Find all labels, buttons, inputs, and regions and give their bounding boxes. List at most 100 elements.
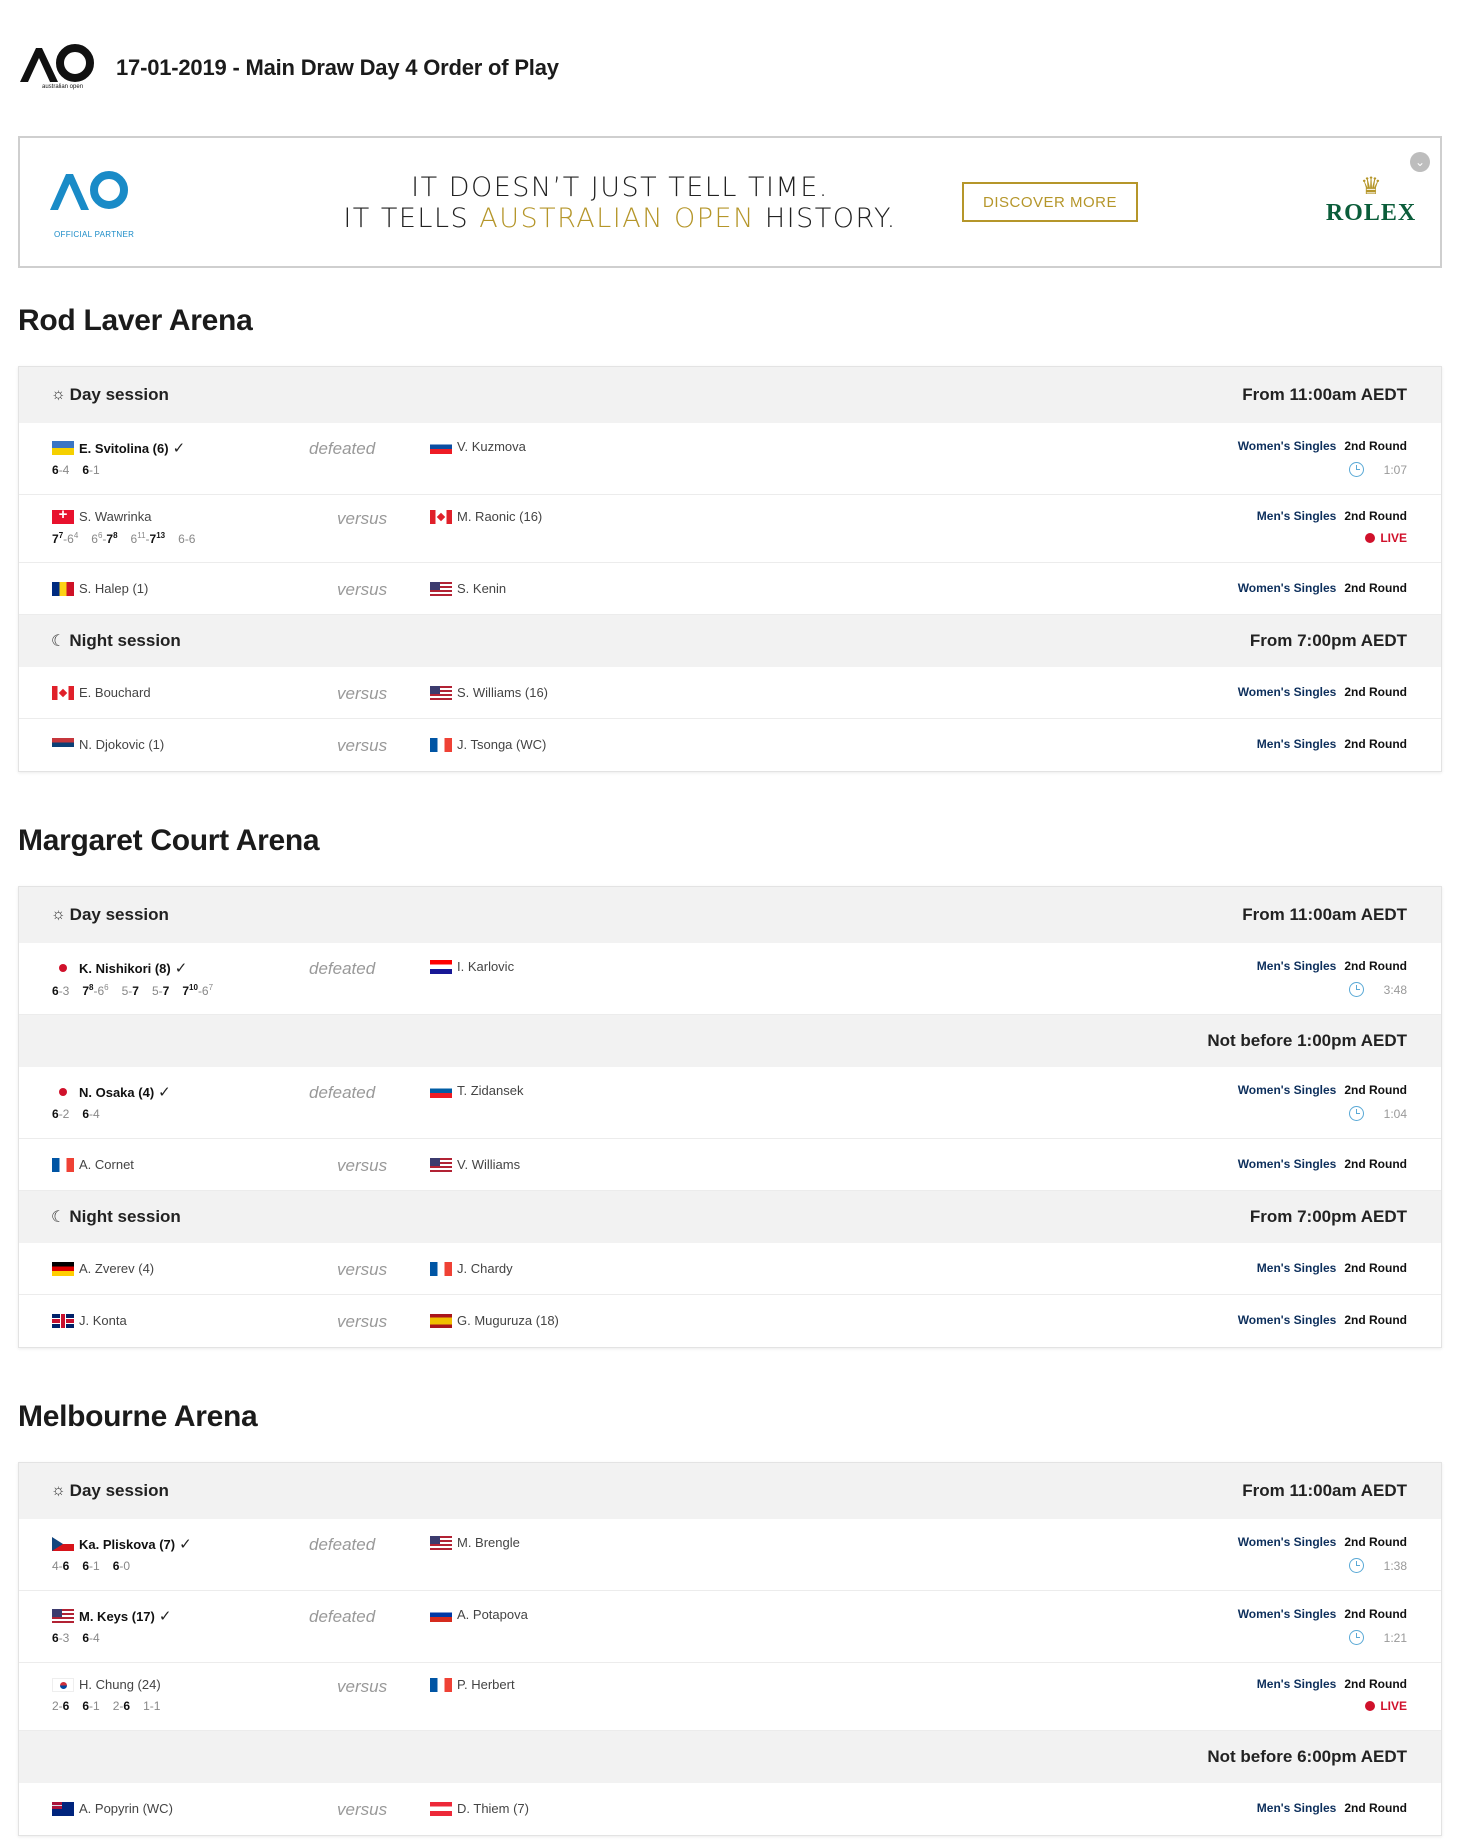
australia-flag-icon	[52, 1801, 74, 1816]
player-2-name[interactable]: G. Muguruza (18)	[457, 1313, 559, 1328]
round-label: 2nd Round	[1344, 959, 1407, 973]
session-label: Night session	[69, 631, 181, 650]
match-row[interactable]: A. Cornet versus V. Williams Women's Sin…	[19, 1139, 1441, 1191]
event-link[interactable]: Women's Singles	[1238, 1607, 1337, 1621]
sun-icon: ☼	[51, 386, 66, 403]
match-event: Women's Singles 2nd Round	[1238, 685, 1407, 699]
player-2-name[interactable]: J. Tsonga (WC)	[457, 737, 546, 752]
discover-more-button[interactable]: DISCOVER MORE	[962, 182, 1138, 222]
event-link[interactable]: Women's Singles	[1238, 1083, 1337, 1097]
player-2-name[interactable]: S. Kenin	[457, 581, 506, 596]
player-1-name[interactable]: S. Halep (1)	[79, 581, 148, 596]
match-row[interactable]: M. Keys (17) ✓ 6-3 6-4 defeated A. Potapov…	[19, 1591, 1441, 1663]
match-row[interactable]: E. Svitolina (6) ✓ 6-4 6-1 defeated V. Kuz…	[19, 423, 1441, 495]
match-row[interactable]: A. Zverev (4) versus J. Chardy Men's Sin…	[19, 1243, 1441, 1295]
match-row[interactable]: S. Wawrinka 77-6466-78611-7136-6 versus …	[19, 495, 1441, 563]
player-1-name[interactable]: M. Keys (17)	[79, 1609, 155, 1624]
event-link[interactable]: Women's Singles	[1238, 439, 1337, 453]
czech-flag-icon	[52, 1537, 74, 1551]
live-badge[interactable]: LIVE	[1365, 531, 1407, 545]
court-schedule-rod-laver-arena: ☼ Day session From 11:00am AEDT E. Svitol…	[18, 366, 1442, 772]
player-1-name[interactable]: N. Osaka (4)	[79, 1085, 154, 1100]
player-1-name[interactable]: S. Wawrinka	[79, 509, 151, 524]
player-2-name[interactable]: T. Zidansek	[457, 1083, 523, 1098]
ad-close-icon[interactable]: ⌄	[1410, 152, 1430, 172]
round-label: 2nd Round	[1344, 1535, 1407, 1549]
player-2-name[interactable]: M. Raonic (16)	[457, 509, 542, 524]
player-1-name[interactable]: Ka. Pliskova (7)	[79, 1537, 175, 1552]
ao-logo[interactable]: australian open	[18, 44, 94, 92]
event-link[interactable]: Men's Singles	[1257, 509, 1337, 523]
usa-flag-icon	[430, 1535, 452, 1550]
match-row[interactable]: E. Bouchard versus S. Williams (16) Wome…	[19, 667, 1441, 719]
player-2-name[interactable]: V. Kuzmova	[457, 439, 526, 454]
player-1-name[interactable]: A. Cornet	[79, 1157, 134, 1172]
match-event: Women's Singles 2nd Round	[1238, 1083, 1407, 1097]
rolex-ad-banner[interactable]: OFFICIAL PARTNER IT DOESN’T JUST TELL TI…	[18, 136, 1442, 268]
clock-icon	[1348, 1630, 1364, 1645]
ad-copy: IT DOESN’T JUST TELL TIME. IT TELLS AUST…	[300, 172, 940, 234]
player-1-name[interactable]: N. Djokovic (1)	[79, 737, 164, 752]
moon-icon: ☾	[51, 633, 66, 650]
round-label: 2nd Round	[1344, 1083, 1407, 1097]
match-event: Men's Singles 2nd Round	[1257, 509, 1407, 523]
player-1-name[interactable]: K. Nishikori (8)	[79, 961, 171, 976]
match-event: Women's Singles 2nd Round	[1238, 1607, 1407, 1621]
slovenia-flag-icon	[430, 1083, 452, 1098]
round-label: 2nd Round	[1344, 1261, 1407, 1275]
live-badge[interactable]: LIVE	[1365, 1699, 1407, 1713]
player-1-name[interactable]: A. Zverev (4)	[79, 1261, 154, 1276]
match-event: Women's Singles 2nd Round	[1238, 1535, 1407, 1549]
not-before-header: Not before 1:00pm AEDT	[19, 1015, 1441, 1067]
match-row[interactable]: A. Popyrin (WC) versus D. Thiem (7) Men'…	[19, 1783, 1441, 1835]
player-2-name[interactable]: P. Herbert	[457, 1677, 515, 1692]
canada-flag-icon	[52, 685, 74, 700]
clock-icon	[1348, 1558, 1364, 1573]
match-row[interactable]: H. Chung (24) 2-6 6-1 2-6 1-1 versus P. Her…	[19, 1663, 1441, 1731]
event-link[interactable]: Men's Singles	[1257, 1261, 1337, 1275]
ad-line-2: IT TELLS AUSTRALIAN OPEN HISTORY.	[343, 203, 897, 234]
player-2-name[interactable]: D. Thiem (7)	[457, 1801, 529, 1816]
event-link[interactable]: Women's Singles	[1238, 1535, 1337, 1549]
event-link[interactable]: Women's Singles	[1238, 1157, 1337, 1171]
match-row[interactable]: Ka. Pliskova (7) ✓ 4-6 6-1 6-0 defeated M. …	[19, 1519, 1441, 1591]
event-link[interactable]: Women's Singles	[1238, 685, 1337, 699]
japan-flag-icon	[52, 1085, 74, 1099]
session-start-time: From 11:00am AEDT	[1242, 385, 1407, 404]
order-of-play-page: australian open 17-01-2019 - Main Draw D…	[0, 0, 1460, 1847]
usa-flag-icon	[430, 1157, 452, 1172]
player-2-name[interactable]: M. Brengle	[457, 1535, 520, 1550]
player-1-name[interactable]: E. Bouchard	[79, 685, 151, 700]
player-2-name[interactable]: S. Williams (16)	[457, 685, 548, 700]
match-event: Men's Singles 2nd Round	[1257, 737, 1407, 751]
player-1-name[interactable]: E. Svitolina (6)	[79, 441, 169, 456]
player-2-name[interactable]: I. Karlovic	[457, 959, 514, 974]
check-icon: ✓	[172, 440, 186, 457]
match-row[interactable]: J. Konta versus G. Muguruza (18) Women's…	[19, 1295, 1441, 1347]
player-1-name[interactable]: A. Popyrin (WC)	[79, 1801, 173, 1816]
match-result: defeated	[309, 1083, 376, 1102]
event-link[interactable]: Women's Singles	[1238, 1313, 1337, 1327]
court-schedule-margaret-court-arena: ☼ Day session From 11:00am AEDT K. Nishik…	[18, 886, 1442, 1348]
event-link[interactable]: Men's Singles	[1257, 1677, 1337, 1691]
event-link[interactable]: Men's Singles	[1257, 1801, 1337, 1815]
event-link[interactable]: Men's Singles	[1257, 737, 1337, 751]
match-event: Men's Singles 2nd Round	[1257, 1801, 1407, 1815]
player-1-name[interactable]: J. Konta	[79, 1313, 127, 1328]
day-session-header: ☼ Day session From 11:00am AEDT	[19, 367, 1441, 423]
event-link[interactable]: Men's Singles	[1257, 959, 1337, 973]
match-row[interactable]: N. Osaka (4) ✓ 6-2 6-4 defeated T. Zidanse…	[19, 1067, 1441, 1139]
player-2-name[interactable]: A. Potapova	[457, 1607, 528, 1622]
player-2-name[interactable]: J. Chardy	[457, 1261, 513, 1276]
player-1-name[interactable]: H. Chung (24)	[79, 1677, 161, 1692]
match-row[interactable]: N. Djokovic (1) versus J. Tsonga (WC) Me…	[19, 719, 1441, 771]
match-duration: 3:48	[1348, 982, 1407, 997]
event-link[interactable]: Women's Singles	[1238, 581, 1337, 595]
austria-flag-icon	[430, 1801, 452, 1816]
match-row[interactable]: S. Halep (1) versus S. Kenin Women's Sin…	[19, 563, 1441, 615]
match-row[interactable]: K. Nishikori (8) ✓ 6-3 78-66 5-7 5-7 710-67 d…	[19, 943, 1441, 1015]
session-label: Day session	[69, 905, 169, 924]
player-2-name[interactable]: V. Williams	[457, 1157, 520, 1172]
session-label: Night session	[69, 1207, 181, 1226]
page-title: 17-01-2019 - Main Draw Day 4 Order of Pl…	[116, 55, 559, 80]
